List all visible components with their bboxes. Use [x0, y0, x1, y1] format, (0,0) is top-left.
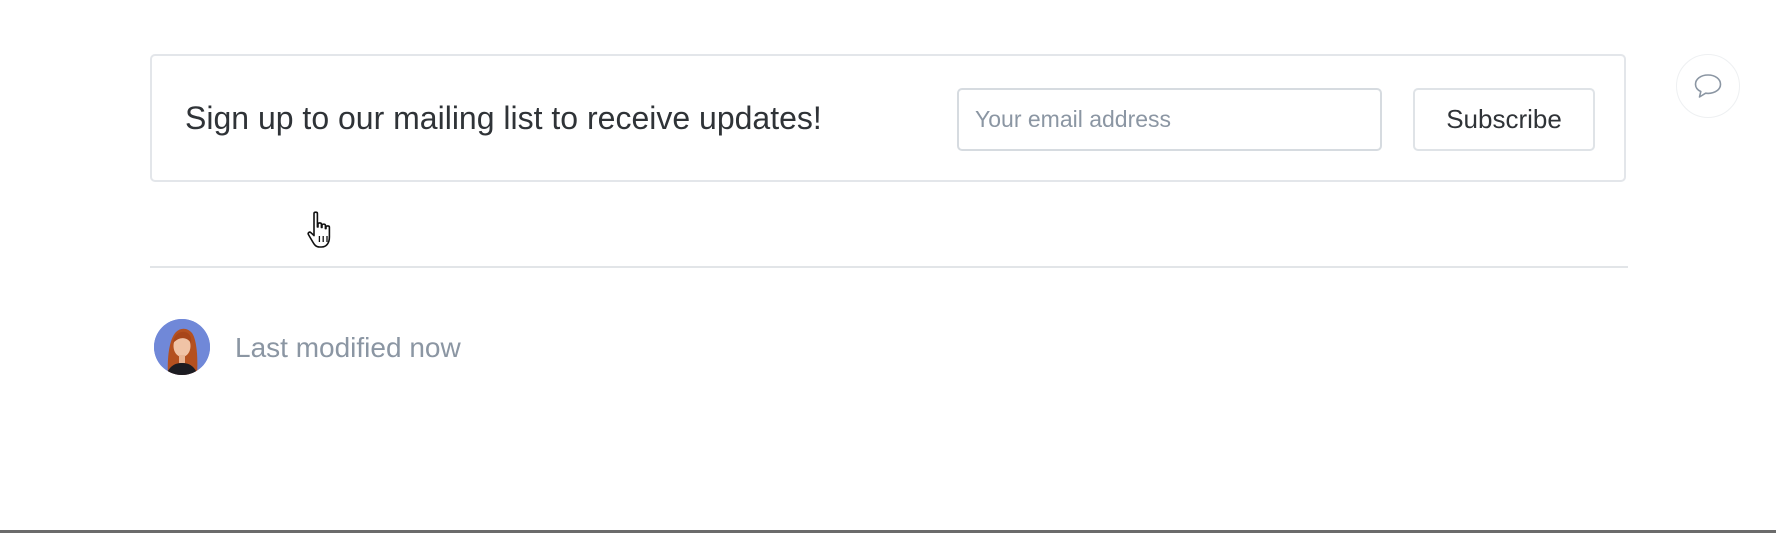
user-avatar[interactable] — [154, 319, 210, 375]
avatar-portrait-icon — [154, 319, 210, 375]
last-modified-text: Last modified now — [235, 332, 461, 363]
page: Sign up to our mailing list to receive u… — [0, 0, 1776, 534]
mailing-list-signup-card: Sign up to our mailing list to receive u… — [150, 54, 1626, 182]
subscribe-button[interactable]: Subscribe — [1413, 88, 1595, 151]
section-divider — [150, 266, 1628, 268]
bottom-border — [0, 530, 1776, 533]
comment-button[interactable] — [1676, 54, 1740, 118]
email-input[interactable] — [957, 88, 1382, 151]
speech-bubble-icon — [1694, 74, 1722, 98]
signup-heading: Sign up to our mailing list to receive u… — [185, 100, 822, 136]
hand-pointer-icon — [307, 211, 331, 248]
